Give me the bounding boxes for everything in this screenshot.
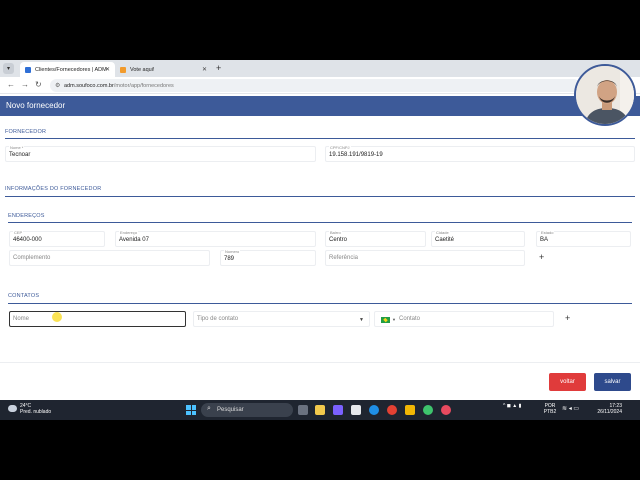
clock-date: 26/11/2024 [597,409,622,415]
cidade-label: Cidade [435,230,450,235]
task-view-icon[interactable] [298,405,308,415]
section-divider [5,138,635,139]
add-endereco-button[interactable]: + [539,253,544,262]
new-tab-button[interactable]: + [216,63,221,73]
edge-icon[interactable] [369,405,379,415]
estado-field[interactable]: Estado BA [536,230,631,247]
nome-field[interactable]: Nome * Tecnoar [5,145,316,162]
chrome-icon[interactable] [387,405,397,415]
folder-icon[interactable] [405,405,415,415]
screen: ▾ Clientes/Fornecedores | ADM ✕ Vote aqu… [0,60,640,420]
voltar-button[interactable]: voltar [549,373,586,391]
close-tab-icon[interactable]: ✕ [202,66,207,73]
endereco-value: Avenida 07 [119,237,149,243]
bairro-value: Centro [329,237,348,243]
section-divider [8,303,632,304]
url-host: adm.soufoco.com.br [64,82,114,89]
forward-arrow-icon[interactable]: → [21,80,29,90]
tab-vote-aqui[interactable]: Vote aqui! ✕ [115,62,212,77]
contato-nome-placeholder: Nome [13,316,30,322]
complemento-placeholder: Complemento [13,255,51,261]
weather-desc: Pred. nublado [20,409,52,415]
address-bar[interactable]: ⚙ adm.soufoco.com.br/motor/app/fornecedo… [50,79,580,92]
search-label: Pesquisar [217,407,244,413]
endereco-label: Endereço [119,230,139,235]
add-contato-button[interactable]: + [565,314,570,323]
bairro-label: Bairro [329,230,342,235]
windows-taskbar: 24°C Pred. nublado ⌕ Pesquisar ^ ◼ ▲ ▮ PO… [0,400,640,420]
site-info-icon[interactable]: ⚙ [55,82,60,89]
cpf-cnpj-field[interactable]: CPF/CNPJ 19.158.191/9819-19 [325,145,635,162]
cep-field[interactable]: CEP 46400-000 [9,230,105,247]
tab-menu-button[interactable]: ▾ [3,63,14,74]
copilot-icon[interactable] [333,405,343,415]
tab-label: Clientes/Fornecedores | ADM [35,66,107,73]
tipo-contato-select[interactable]: Tipo de contato ▼ [193,311,370,327]
chevron-down-icon: ▼ [359,317,364,323]
page-title: Novo fornecedor [6,101,66,110]
webcam-overlay [574,64,636,126]
app-icon[interactable] [423,405,433,415]
nome-value: Tecnoar [9,152,31,158]
contato-nome-field[interactable]: Nome [9,311,186,327]
windows-start-icon[interactable] [186,405,196,415]
estado-label: Estado [540,230,555,235]
section-divider [5,196,635,197]
section-title-fornecedor: FORNECEDOR [5,129,47,135]
taskbar-search[interactable]: ⌕ Pesquisar [201,403,293,417]
back-arrow-icon[interactable]: ← [7,80,15,90]
notepad-icon[interactable] [351,405,361,415]
tab-favicon-icon [25,66,31,73]
numero-value: 789 [224,256,235,262]
estado-value: BA [540,237,549,243]
contato-placeholder: Contato [399,316,421,322]
numero-field[interactable]: Numero 789 [220,249,316,266]
endereco-field[interactable]: Endereço Avenida 07 [115,230,316,247]
numero-label: Numero [224,249,241,254]
salvar-button[interactable]: salvar [594,373,631,391]
cidade-field[interactable]: Cidade Caetité [431,230,525,247]
mouse-cursor-highlight [52,312,62,322]
record-icon[interactable] [441,405,451,415]
nome-label: Nome * [9,145,25,150]
footer-divider [0,362,640,363]
bairro-field[interactable]: Bairro Centro [325,230,426,247]
browser-nav-bar: ← → ↻ ⚙ adm.soufoco.com.br/motor/app/for… [0,77,640,94]
language-indicator[interactable]: POR PTB2 [543,403,557,415]
brazil-flag-icon[interactable] [381,317,390,323]
reload-icon[interactable]: ↻ [35,80,42,90]
section-title-informacoes: INFORMAÇÕES DO FORNECEDOR [5,186,102,192]
browser-tab-bar: ▾ Clientes/Fornecedores | ADM ✕ Vote aqu… [0,60,640,77]
tipo-contato-placeholder: Tipo de contato [197,316,239,322]
section-divider [8,222,632,223]
file-explorer-icon[interactable] [315,405,325,415]
tab-favicon-icon [120,66,126,73]
cpf-cnpj-value: 19.158.191/9819-19 [329,152,383,158]
form-content: FORNECEDOR Nome * Tecnoar CPF/CNPJ 19.15… [0,116,640,366]
cpf-cnpj-label: CPF/CNPJ [329,145,351,150]
cep-value: 46400-000 [13,237,42,243]
tab-label: Vote aqui! [130,66,155,73]
cidade-value: Caetité [435,237,455,243]
contato-phone-field[interactable]: ▼ Contato [374,311,554,327]
search-icon: ⌕ [207,405,211,412]
country-dropdown-icon[interactable]: ▼ [392,317,396,322]
system-tray-icons[interactable]: ^ ◼ ▲ ▮ [503,403,521,409]
complemento-field[interactable]: Complemento [9,250,210,266]
tab-clientes-fornecedores[interactable]: Clientes/Fornecedores | ADM ✕ [20,62,115,77]
section-title-enderecos: ENDEREÇOS [8,213,45,219]
system-clock[interactable]: 17:23 26/11/2024 [596,403,622,415]
cep-label: CEP [13,230,24,235]
close-tab-icon[interactable]: ✕ [105,66,110,73]
lang-secondary: PTB2 [543,409,557,415]
cloud-icon [8,405,17,412]
wifi-volume-battery-icons[interactable]: ≋ ◂ ▭ [562,405,579,412]
url-path: /motor/app/fornecedores [113,82,174,89]
referencia-placeholder: Referência [329,255,359,261]
app-header: Novo fornecedor [0,96,640,116]
section-title-contatos: CONTATOS [8,293,40,299]
referencia-field[interactable]: Referência [325,250,525,266]
